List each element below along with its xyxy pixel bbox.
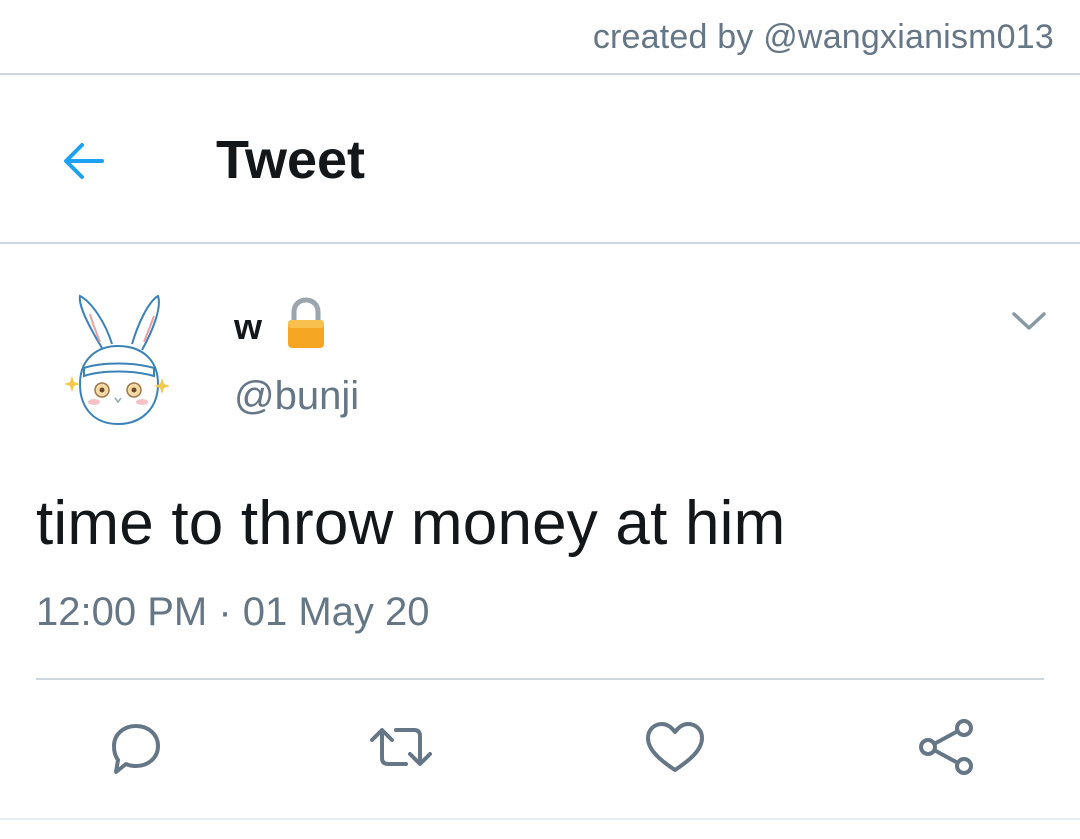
avatar[interactable] bbox=[62, 288, 172, 428]
speech-bubble-icon bbox=[112, 724, 160, 774]
watermark-credit: created by @wangxianism013 bbox=[592, 18, 1054, 56]
tweet-menu-button[interactable] bbox=[1008, 302, 1050, 342]
reply-button[interactable] bbox=[100, 716, 170, 778]
app-header: Tweet bbox=[0, 75, 1080, 243]
heart-icon bbox=[646, 722, 704, 772]
tweet-timestamp: 12:00 PM · 01 May 20 bbox=[36, 590, 430, 634]
chevron-down-icon bbox=[1012, 312, 1046, 330]
author-handle[interactable]: @bunji bbox=[234, 374, 359, 419]
author-display-name[interactable]: w bbox=[234, 306, 262, 348]
page-title: Tweet bbox=[216, 130, 366, 190]
bunny-avatar bbox=[64, 294, 170, 426]
bottom-divider bbox=[0, 818, 1080, 820]
actions-divider bbox=[36, 678, 1044, 680]
back-button[interactable] bbox=[56, 133, 112, 189]
share-icon bbox=[919, 719, 973, 775]
lock-icon bbox=[284, 296, 328, 352]
like-button[interactable] bbox=[640, 716, 710, 778]
arrow-left-icon bbox=[64, 143, 104, 179]
tweet-text: time to throw money at him bbox=[36, 489, 786, 558]
retweet-button[interactable] bbox=[366, 716, 436, 778]
share-button[interactable] bbox=[912, 716, 982, 778]
retweet-icon bbox=[370, 728, 432, 766]
header-divider bbox=[0, 242, 1080, 244]
